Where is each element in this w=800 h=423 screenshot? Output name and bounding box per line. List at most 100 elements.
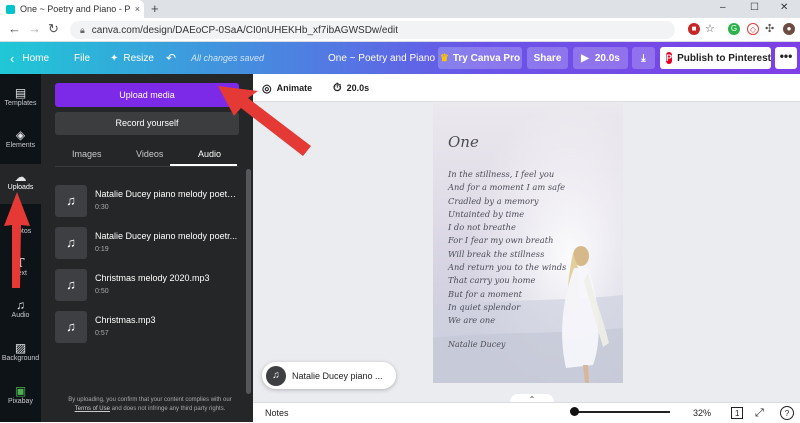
grammarly-icon[interactable]: G <box>728 23 740 35</box>
panel-scrollbar[interactable] <box>246 169 251 394</box>
music-note-icon: ♫ <box>55 269 87 301</box>
browser-tab[interactable]: One ~ Poetry and Piano - Pinterest × <box>0 0 144 18</box>
music-note-icon: ♫ <box>55 185 87 217</box>
zoom-slider-track[interactable] <box>576 411 670 413</box>
animate-label: Animate <box>276 83 313 93</box>
poem-line: In quiet splendor <box>448 301 521 312</box>
forward-icon[interactable]: → <box>28 21 41 37</box>
fullscreen-icon[interactable]: ⤢ <box>755 403 764 423</box>
timing-button[interactable]: ⏱ 20.0s <box>333 74 369 102</box>
terms-of-use-link[interactable]: Terms of Use <box>75 406 110 412</box>
reload-icon[interactable]: ↻ <box>48 21 59 37</box>
help-button[interactable]: ? <box>780 406 794 420</box>
disclaimer-text-2: and does not infringe any third party ri… <box>111 406 226 412</box>
extensions-puzzle-icon[interactable]: ✣ <box>765 21 774 37</box>
home-button[interactable]: ‹ Home <box>10 42 49 74</box>
audio-file-name: Christmas melody 2020.mp3 <box>95 273 210 283</box>
minimize-icon[interactable]: – <box>720 2 726 13</box>
animate-button[interactable]: ◎ Animate <box>262 74 312 102</box>
zoom-level[interactable]: 32% <box>693 403 711 423</box>
try-canva-pro-button[interactable]: ♛ Try Canva Pro <box>438 47 522 69</box>
poem-line: We are one <box>448 315 496 326</box>
rail-background[interactable]: ▨ Background <box>0 335 41 375</box>
bookmark-star-icon[interactable]: ☆ <box>705 21 715 37</box>
background-icon: ▨ <box>14 341 27 355</box>
rail-pixabay[interactable]: ▣ Pixabay <box>0 378 41 418</box>
rail-audio[interactable]: ♫ Audio <box>0 292 41 332</box>
rail-label: otos <box>18 228 32 235</box>
audio-file-duration: 0:19 <box>95 246 109 253</box>
rail-label: Elements <box>5 142 36 149</box>
upload-disclaimer: By uploading, you confirm that your cont… <box>55 396 245 414</box>
music-note-icon: ♫ <box>16 298 25 312</box>
poem-line: I do not breathe <box>448 222 516 233</box>
audio-file-item[interactable]: ♫ Christmas melody 2020.mp3 0:50 <box>55 269 239 303</box>
browser-tab-bar: One ~ Poetry and Piano - Pinterest × + –… <box>0 0 800 18</box>
poem-line: But for a moment <box>448 288 522 299</box>
poem-text: In the stillness, I feel you And for a m… <box>448 168 566 328</box>
zoom-slider-handle[interactable] <box>570 407 579 416</box>
chevron-left-icon: ‹ <box>10 50 15 66</box>
tab-audio[interactable]: Audio <box>198 149 221 159</box>
poem-title: One <box>448 133 479 151</box>
extension-red-icon[interactable]: ◇ <box>747 23 759 35</box>
new-tab-button[interactable]: + <box>151 2 159 16</box>
publish-to-pinterest-button[interactable]: P Publish to Pinterest <box>660 47 771 69</box>
pinterest-icon: P <box>666 52 673 64</box>
save-status: All changes saved <box>191 53 265 63</box>
audio-file-name: Natalie Ducey piano melody poetry... <box>95 189 239 199</box>
home-label: Home <box>22 52 50 64</box>
url-field[interactable]: 🔒︎ canva.com/design/DAEoCP-0SaA/CI0nUHEK… <box>70 21 675 39</box>
tab-images[interactable]: Images <box>72 149 102 159</box>
uploads-panel: Upload media Record yourself Images Vide… <box>41 74 253 422</box>
download-icon[interactable]: ⤓ <box>632 47 655 69</box>
audio-file-duration: 0:57 <box>95 330 109 337</box>
file-menu[interactable]: File <box>74 42 90 74</box>
upload-cloud-icon: ☁ <box>14 170 27 184</box>
design-title[interactable]: One ~ Poetry and Piano <box>328 42 435 74</box>
design-page[interactable]: One In the stillness, I feel you And for… <box>433 103 623 383</box>
resize-button[interactable]: ✦ Resize <box>110 42 154 74</box>
editor-toolbar: ◎ Animate ⏱ 20.0s <box>253 74 800 102</box>
animate-icon: ◎ <box>262 82 272 95</box>
profile-avatar[interactable]: ● <box>783 23 795 35</box>
canva-favicon-icon <box>6 4 15 14</box>
publish-label: Publish to Pinterest <box>677 52 771 64</box>
rail-text[interactable]: T Text <box>0 250 41 290</box>
rail-label: Audio <box>11 312 30 319</box>
share-button[interactable]: Share <box>527 47 568 69</box>
upload-media-button[interactable]: Upload media <box>55 83 239 107</box>
poem-line: Untainted by time <box>448 208 525 219</box>
tab-divider <box>55 166 239 167</box>
extension-icon[interactable]: ■ <box>688 23 700 35</box>
rail-uploads[interactable]: ☁ Uploads <box>0 164 41 204</box>
record-yourself-button[interactable]: Record yourself <box>55 112 239 135</box>
rail-elements[interactable]: ◈ Elements <box>0 122 41 162</box>
tab-videos[interactable]: Videos <box>136 149 163 159</box>
page-count-button[interactable]: 1 <box>731 407 744 419</box>
audio-file-item[interactable]: ♫ Natalie Ducey piano melody poetry... 0… <box>55 185 239 219</box>
audio-track-pill[interactable]: ♫ Natalie Ducey piano ... <box>262 362 396 389</box>
maximize-icon[interactable]: ☐ <box>750 2 759 13</box>
notes-button[interactable]: Notes <box>265 403 289 423</box>
window-close-icon[interactable]: ✕ <box>780 2 788 13</box>
music-note-icon: ♫ <box>55 311 87 343</box>
rail-label: Uploads <box>7 184 34 191</box>
audio-file-item[interactable]: ♫ Christmas.mp3 0:57 <box>55 311 239 345</box>
music-note-icon: ♫ <box>55 227 87 259</box>
undo-icon[interactable]: ↶ <box>166 42 176 74</box>
rail-label: Background <box>1 355 40 362</box>
rail-photos[interactable]: otos <box>0 208 41 248</box>
stopwatch-icon: ⏱ <box>333 81 342 94</box>
rail-templates[interactable]: ▤ Templates <box>0 80 41 120</box>
more-options-button[interactable]: ••• <box>775 47 797 69</box>
audio-track-label: Natalie Ducey piano ... <box>292 370 383 381</box>
back-icon[interactable]: ← <box>8 21 21 37</box>
music-note-icon: ♫ <box>266 365 286 386</box>
tab-close-icon[interactable]: × <box>135 4 140 14</box>
audio-file-item[interactable]: ♫ Natalie Ducey piano melody poetr... 0:… <box>55 227 239 261</box>
text-icon: T <box>16 256 25 270</box>
play-button[interactable]: ▶ 20.0s <box>573 47 628 69</box>
try-pro-label: Try Canva Pro <box>452 52 521 64</box>
rail-label: Templates <box>4 100 37 107</box>
